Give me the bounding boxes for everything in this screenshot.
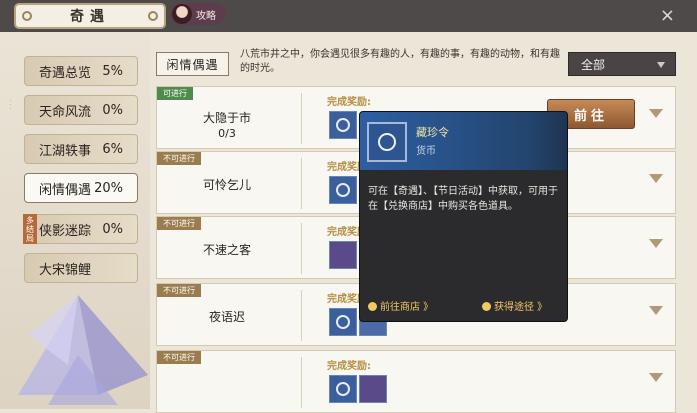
task-name: 可怜乞儿 — [202, 178, 251, 192]
link-label: 前往商店 》 — [380, 302, 434, 313]
filter-value: 全部 — [581, 57, 606, 72]
link-icon — [482, 302, 491, 311]
ornament-icon — [22, 11, 32, 21]
currency-token-icon[interactable] — [329, 308, 357, 336]
status-tag: 可进行 — [157, 87, 193, 100]
guide-button[interactable]: 攻略 — [170, 3, 226, 25]
divider — [301, 290, 302, 341]
sidebar-item-leisure[interactable]: 闲情偶遇 20% — [24, 173, 138, 203]
ornament-icon — [148, 11, 158, 21]
guide-label: 攻略 — [196, 10, 216, 22]
divider — [301, 223, 302, 274]
currency-token-icon — [367, 122, 407, 162]
item-icon[interactable] — [359, 375, 387, 403]
status-tag: 不可进行 — [157, 351, 201, 364]
coin-icon — [336, 315, 350, 329]
sidebar-item-label: 天命风流 — [39, 104, 92, 120]
divider — [301, 357, 302, 408]
currency-token-icon[interactable] — [329, 111, 357, 139]
sidebar-item-pct: 5% — [102, 63, 123, 79]
avatar — [172, 4, 192, 24]
sidebar-item-pct: 6% — [102, 141, 123, 157]
multi-ending-badge: 多结局 — [23, 214, 37, 244]
chevron-down-icon[interactable] — [649, 306, 663, 315]
page-title: 奇遇 — [70, 9, 110, 25]
status-tag: 不可进行 — [157, 152, 201, 165]
coin-icon — [378, 133, 396, 151]
sidebar-item-label: 闲情偶遇 — [39, 182, 92, 198]
tooltip-item-type: 货币 — [416, 146, 436, 157]
coin-icon — [336, 183, 350, 197]
tooltip-item-name: 藏珍令 — [416, 126, 449, 139]
sidebar-item-overview[interactable]: 奇遇总览 5% — [24, 56, 138, 86]
sidebar-item-pct: 20% — [94, 180, 123, 196]
task-name: 夜语迟 — [208, 310, 245, 324]
page-title-tab: 奇遇 — [14, 3, 166, 29]
coin-icon — [336, 118, 350, 132]
tooltip-description: 可在【奇遇】、【节日活动】中获取，可用于在【兑换商店】中购买各色道具。 — [368, 186, 558, 212]
link-icon — [368, 302, 377, 311]
link-label: 获得途径 》 — [494, 302, 548, 313]
decorative-calligraphy: · · · — [6, 100, 13, 110]
reward-label: 完成奖励: — [327, 97, 371, 108]
currency-token-icon[interactable] — [329, 375, 357, 403]
go-shop-link[interactable]: 前往商店 》 — [368, 298, 433, 313]
sidebar-item-fate[interactable]: 天命风流 0% — [24, 95, 138, 125]
sidebar-item-pct: 0% — [102, 221, 123, 237]
sidebar-item-label: 江湖轶事 — [39, 143, 92, 159]
section-title: 闲情偶遇 — [156, 52, 229, 76]
status-tag: 不可进行 — [157, 284, 201, 297]
chevron-down-icon[interactable] — [649, 239, 663, 248]
chevron-down-icon — [657, 62, 665, 68]
close-icon[interactable]: × — [660, 5, 675, 26]
acquire-source-link[interactable]: 获得途径 》 — [482, 298, 547, 313]
chevron-down-icon[interactable] — [649, 174, 663, 183]
item-tooltip: 藏珍令 货币 可在【奇遇】、【节日活动】中获取，可用于在【兑换商店】中购买各色道… — [359, 111, 568, 322]
sidebar-item-hero-trail[interactable]: 侠影迷踪 0% — [24, 214, 138, 244]
task-name: 大隐于市 — [202, 111, 251, 125]
item-icon[interactable] — [329, 241, 357, 269]
chevron-down-icon[interactable] — [649, 373, 663, 382]
task-row[interactable]: 不可进行 完成奖励: — [156, 350, 676, 413]
coin-icon — [336, 382, 350, 396]
sidebar-item-anecdotes[interactable]: 江湖轶事 6% — [24, 134, 138, 164]
task-name: 不速之客 — [202, 243, 251, 257]
sidebar-item-label: 奇遇总览 — [39, 65, 92, 81]
sidebar-item-pct: 0% — [102, 102, 123, 118]
filter-dropdown[interactable]: 全部 — [568, 52, 676, 76]
chevron-down-icon[interactable] — [649, 109, 663, 118]
divider — [301, 158, 302, 209]
reward-label: 完成奖励: — [327, 361, 371, 372]
sidebar-item-label: 侠影迷踪 — [39, 223, 92, 239]
task-progress: 0/3 — [218, 127, 236, 140]
section-description: 八荒市井之中，你会遇见很多有趣的人，有趣的事，有趣的动物，和有趣的时光。 — [240, 49, 560, 74]
divider — [301, 93, 302, 144]
paper-crane-decoration — [18, 295, 148, 405]
status-tag: 不可进行 — [157, 217, 201, 230]
currency-token-icon[interactable] — [329, 176, 357, 204]
